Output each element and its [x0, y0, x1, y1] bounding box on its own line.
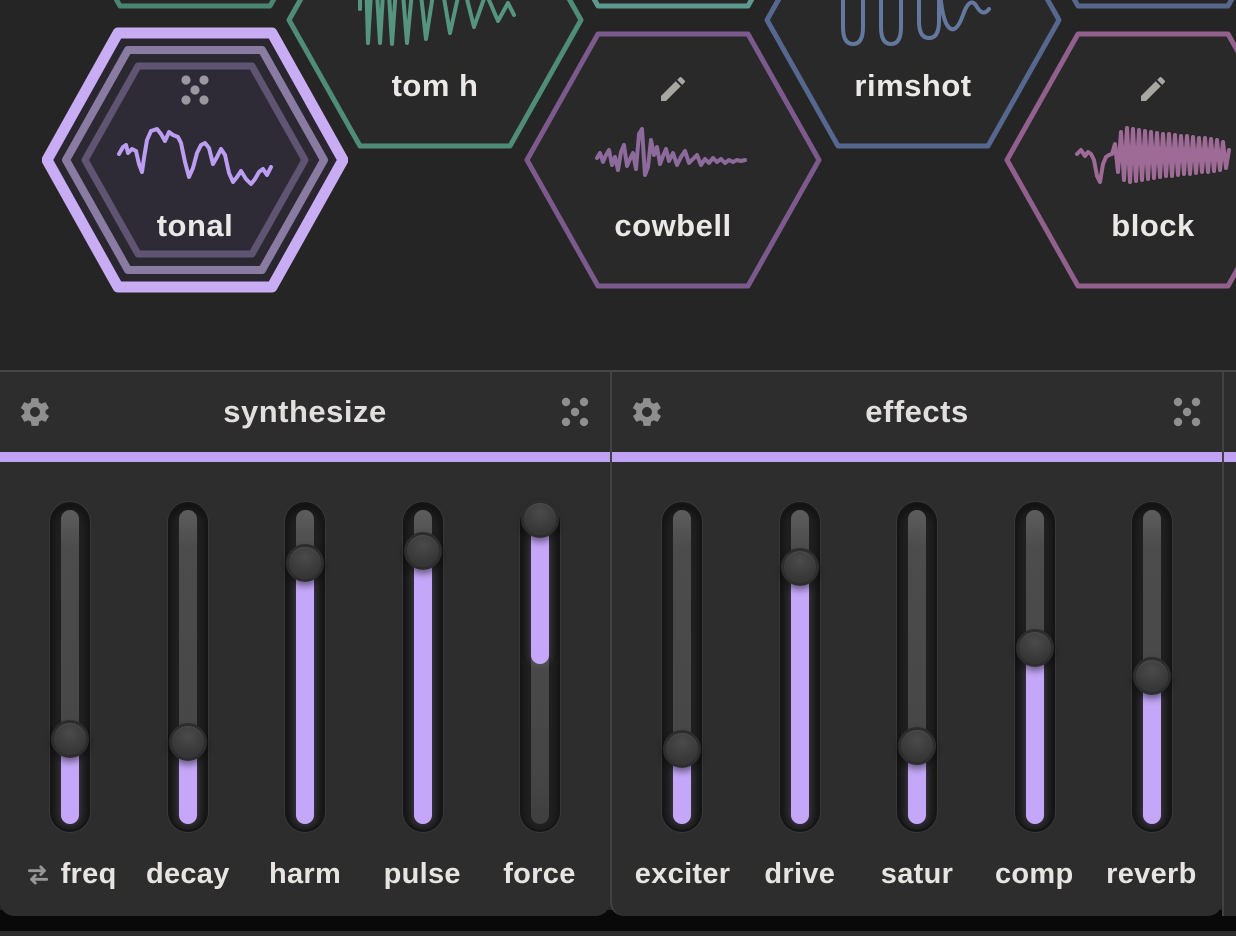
effects-accent-bar	[612, 452, 1222, 462]
slider-label: exciter	[624, 858, 741, 891]
slider-fill	[1026, 648, 1044, 824]
slider-fill	[414, 551, 432, 824]
slider-handle[interactable]	[1133, 657, 1171, 695]
pad-label-block: block	[1000, 208, 1236, 244]
slider-label: reverb	[1093, 858, 1210, 891]
effects-slider-labels: exciter drive satur comp reverb	[612, 858, 1222, 891]
pulse-slider[interactable]	[403, 502, 443, 832]
pad-grid-stage: tonal tom h cowbell	[0, 0, 1236, 370]
comp-slider[interactable]	[1015, 502, 1055, 832]
slider-handle[interactable]	[663, 730, 701, 768]
slider-label: comp	[976, 858, 1093, 891]
slider-fill	[1143, 676, 1161, 824]
slider-label: drive	[741, 858, 858, 891]
gear-icon[interactable]	[18, 395, 52, 429]
force-slider[interactable]	[520, 502, 560, 832]
gear-icon[interactable]	[630, 395, 664, 429]
slider-handle[interactable]	[51, 720, 89, 758]
satur-slider[interactable]	[897, 502, 937, 832]
pencil-edit-icon	[1000, 73, 1236, 105]
freq-label-cell: freq	[12, 858, 129, 891]
effects-panel-title: effects	[612, 394, 1222, 430]
rimshot-waveform	[833, 0, 993, 57]
synthesize-sliders	[0, 502, 610, 832]
synthesize-slider-labels: freq decay harm pulse force	[0, 858, 610, 891]
effects-panel: effects	[610, 370, 1222, 916]
pad-block[interactable]: block	[1000, 27, 1236, 293]
drive-slider[interactable]	[780, 502, 820, 832]
slider-label: force	[481, 858, 598, 891]
slider-handle[interactable]	[169, 723, 207, 761]
tom-h-waveform	[355, 0, 515, 57]
exciter-slider[interactable]	[662, 502, 702, 832]
random-dots-icon[interactable]	[1170, 395, 1204, 429]
synthesize-panel-header: synthesize	[0, 372, 610, 452]
next-panel-partial[interactable]	[1222, 370, 1236, 916]
slider-fill	[296, 563, 314, 824]
cowbell-waveform	[593, 120, 753, 190]
reverb-slider[interactable]	[1132, 502, 1172, 832]
slider-label: freq	[61, 858, 117, 891]
slider-label: pulse	[364, 858, 481, 891]
freq-slider[interactable]	[50, 502, 90, 832]
slider-handle[interactable]	[521, 500, 559, 538]
slider-label: harm	[246, 858, 363, 891]
synthesize-accent-bar	[0, 452, 610, 462]
slider-handle[interactable]	[404, 532, 442, 570]
slider-fill	[791, 567, 809, 824]
synthesize-panel-title: synthesize	[0, 394, 610, 430]
pad-label-cowbell: cowbell	[520, 208, 826, 244]
random-dots-icon[interactable]	[558, 395, 592, 429]
slider-handle[interactable]	[898, 727, 936, 765]
reorder-arrows-icon[interactable]	[25, 862, 51, 888]
tonal-waveform	[115, 120, 275, 190]
bottom-edge-strip	[0, 931, 1236, 936]
decay-slider[interactable]	[168, 502, 208, 832]
slider-fill	[531, 519, 549, 663]
effects-sliders	[612, 502, 1222, 832]
slider-handle[interactable]	[1016, 629, 1054, 667]
slider-label: decay	[129, 858, 246, 891]
synthesize-panel: synthesize	[0, 370, 610, 916]
slider-handle[interactable]	[286, 544, 324, 582]
pad-label-tonal: tonal	[42, 208, 348, 244]
slider-label: satur	[858, 858, 975, 891]
effects-panel-header: effects	[612, 372, 1222, 452]
slider-handle[interactable]	[781, 548, 819, 586]
harm-slider[interactable]	[285, 502, 325, 832]
block-waveform	[1073, 120, 1233, 190]
